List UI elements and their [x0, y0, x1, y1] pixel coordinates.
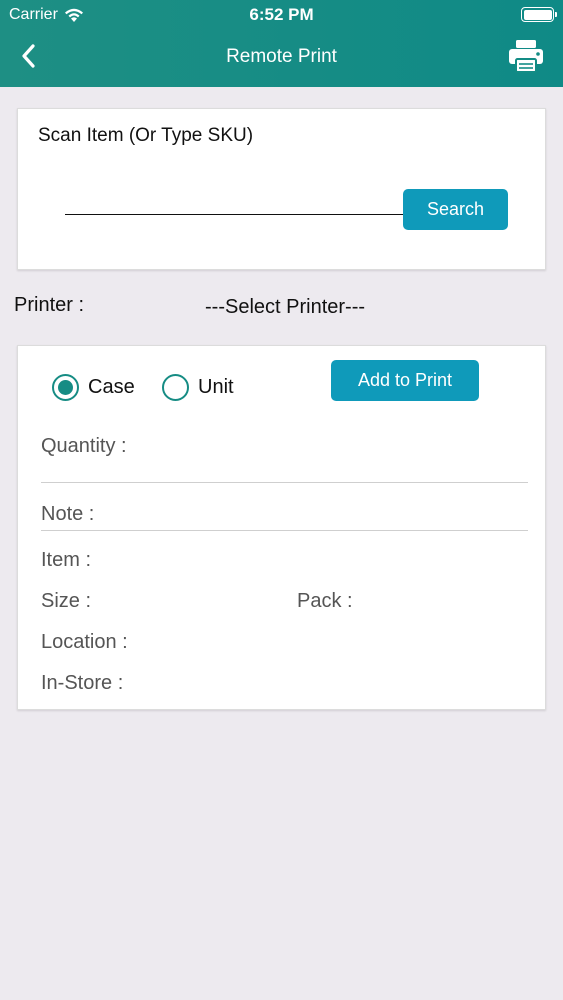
pack-label: Pack : — [297, 590, 353, 612]
radio-unit-label: Unit — [198, 376, 234, 398]
battery-icon — [521, 7, 557, 22]
printer-icon — [509, 40, 543, 73]
radio-unit-indicator — [162, 374, 189, 401]
printer-label: Printer : — [14, 294, 85, 316]
radio-case[interactable]: Case — [52, 374, 135, 401]
item-label: Item : — [41, 549, 92, 571]
header: Carrier 6:52 PM Remote Print — [0, 0, 563, 87]
scan-card: Scan Item (Or Type SKU) Search — [17, 108, 546, 270]
quantity-field[interactable]: Quantity : — [41, 435, 127, 458]
status-bar: Carrier 6:52 PM — [0, 0, 563, 30]
status-time: 6:52 PM — [249, 5, 314, 24]
location-label: Location : — [41, 631, 128, 653]
quantity-underline — [41, 482, 528, 483]
radio-case-label: Case — [88, 376, 135, 398]
sku-input[interactable] — [65, 187, 420, 215]
radio-case-indicator — [52, 374, 79, 401]
printer-row: Printer : ---Select Printer--- — [14, 294, 554, 324]
scan-label: Scan Item (Or Type SKU) — [38, 125, 254, 146]
detail-card: Case Unit Add to Print Quantity : Note :… — [17, 345, 546, 710]
print-button[interactable] — [507, 38, 545, 74]
radio-unit[interactable]: Unit — [162, 374, 234, 401]
printer-select[interactable]: ---Select Printer--- — [205, 296, 365, 319]
note-underline — [41, 530, 528, 531]
search-button[interactable]: Search — [403, 189, 508, 230]
in-store-label: In-Store : — [41, 672, 124, 694]
page-title: Remote Print — [226, 46, 337, 67]
size-label: Size : — [41, 590, 92, 612]
add-to-print-button[interactable]: Add to Print — [331, 360, 479, 401]
note-field[interactable]: Note : — [41, 503, 94, 526]
